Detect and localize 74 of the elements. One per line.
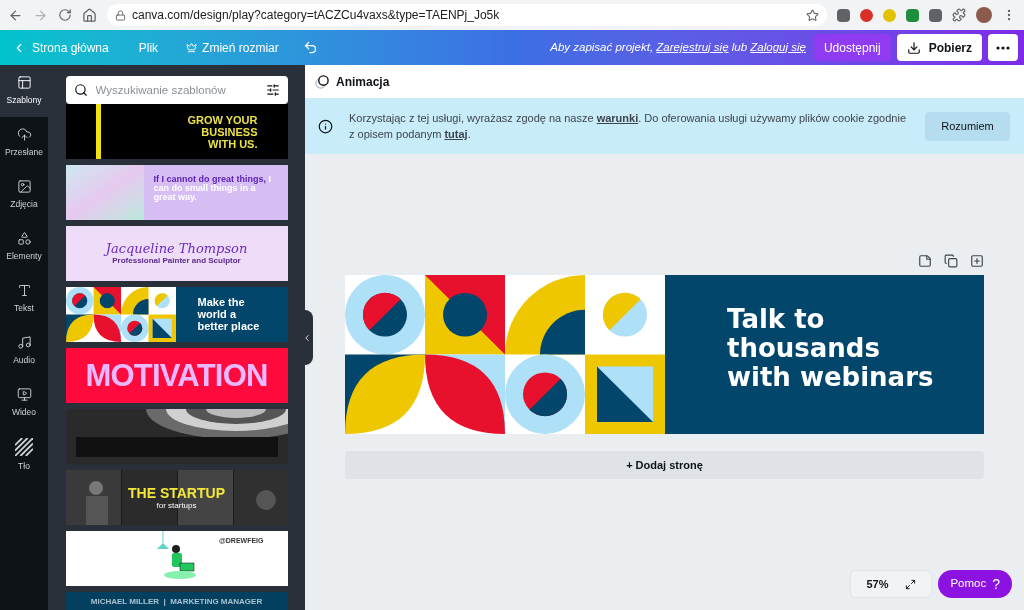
undo-icon[interactable] — [302, 40, 318, 55]
extension-icon[interactable] — [837, 8, 850, 22]
login-link[interactable]: Zaloguj się — [750, 40, 806, 53]
template-headline: Make the world a better place — [196, 295, 260, 334]
animation-button[interactable]: Animacja — [336, 72, 390, 91]
design-page[interactable]: Talk to thousands with webinars — [345, 275, 984, 434]
hatch-icon — [15, 437, 33, 456]
template-subtitle: Professional Painter and Sculptor — [112, 256, 241, 266]
template-thumbnail[interactable]: THE STARTUP for startups — [65, 470, 288, 525]
sidebar-tab[interactable]: Tekst — [0, 273, 48, 325]
template-headline: MOTIVATION — [85, 358, 268, 393]
sidebar-tab[interactable]: Audio — [0, 325, 48, 377]
zoom-control[interactable]: 57% — [850, 570, 933, 598]
download-button[interactable]: Pobierz — [896, 34, 982, 61]
templates-icon — [16, 75, 32, 91]
chevron-left-icon — [302, 332, 312, 343]
register-link[interactable]: Zarejestruj się — [656, 40, 729, 53]
template-thumbnail[interactable]: Make the world a better place — [65, 287, 288, 342]
back-icon[interactable] — [8, 7, 23, 23]
sidebar-tab[interactable]: Zdjęcia — [0, 169, 48, 221]
template-thumbnail[interactable]: MICHAEL MILLER | MARKETING MANAGER — [65, 592, 288, 610]
filter-icon[interactable] — [265, 83, 280, 97]
extension-icon[interactable] — [860, 8, 873, 22]
add-page-icon[interactable] — [970, 254, 984, 268]
add-page-button[interactable]: + Dodaj stronę — [345, 451, 984, 479]
download-icon — [906, 40, 921, 55]
share-button[interactable]: Udostępnij — [813, 34, 891, 61]
search-icon — [73, 83, 88, 97]
template-headline: GROW YOUR BUSINESS WITH US. — [187, 113, 258, 150]
sidebar-tab[interactable]: Elementy — [0, 221, 48, 273]
zoom-level: 57% — [866, 576, 889, 592]
template-thumbnail[interactable]: Jacqueline Thompson Professional Painter and Sculptor — [65, 226, 288, 281]
more-button[interactable] — [988, 34, 1018, 61]
template-thumbnail[interactable]: GROW YOUR BUSINESS WITH US. — [65, 104, 288, 159]
music-icon — [16, 335, 32, 351]
info-icon — [318, 118, 333, 134]
home-icon[interactable] — [82, 7, 97, 23]
save-prompt: Aby zapisać projekt, Zarejestruj się lub Zaloguj się — [550, 39, 806, 55]
sidebar-tab[interactable]: Przesłane — [0, 117, 48, 169]
sidebar-tab[interactable]: Tło — [0, 429, 48, 481]
help-button[interactable]: Pomoc ? — [938, 570, 1012, 598]
reload-icon[interactable] — [58, 8, 72, 22]
profile-avatar[interactable] — [976, 7, 992, 23]
quote-text: If I cannot do great things, I can do small things in a great way. — [152, 173, 273, 204]
note-icon[interactable] — [918, 254, 932, 268]
puzzle-icon[interactable] — [952, 8, 966, 22]
cookie-link[interactable]: tutaj — [444, 128, 468, 140]
search-field[interactable]: Wyszukiwanie szablonów — [65, 76, 288, 104]
notice-text: Korzystając z tej usługi, wyrażasz zgodę na nasze warunki. Do oferowania usługi używamy plików cookie zgodnie z opisem podanym tutaj. — [349, 111, 907, 142]
cloud-upload-icon — [16, 127, 32, 143]
animation-icon[interactable] — [315, 74, 330, 89]
shapes-icon — [16, 231, 32, 247]
lock-icon — [115, 9, 126, 21]
fullscreen-icon[interactable] — [905, 578, 917, 590]
template-text: MICHAEL MILLER | MARKETING MANAGER — [90, 596, 263, 608]
sidebar-tab[interactable]: Szablony — [0, 65, 48, 117]
design-headline: Talk to thousands with webinars — [726, 303, 934, 394]
template-subtitle: for startups — [156, 500, 197, 511]
more-icon — [996, 45, 1010, 50]
text-icon — [16, 283, 32, 299]
sidebar-tab[interactable]: Wideo — [0, 377, 48, 429]
extension-icon[interactable] — [906, 8, 919, 22]
url-text: canva.com/design/play?category=tACZCu4vaxs&type=TAENPj_Jo5k — [132, 7, 501, 24]
address-bar[interactable]: canva.com/design/play?category=tACZCu4vaxs&type=TAENPj_Jo5k — [107, 4, 827, 26]
extension-icon[interactable] — [929, 8, 942, 22]
image-icon — [16, 179, 32, 195]
star-icon[interactable] — [806, 8, 819, 22]
crown-icon — [186, 42, 198, 53]
template-headline: THE STARTUP — [128, 484, 225, 501]
template-thumbnail[interactable]: If I cannot do great things, I can do small things in a great way. — [65, 165, 288, 220]
template-name: Jacqueline Thompson — [105, 241, 248, 256]
accept-button[interactable]: Rozumiem — [925, 111, 1010, 141]
video-icon — [16, 387, 32, 403]
duplicate-icon[interactable] — [944, 254, 958, 268]
